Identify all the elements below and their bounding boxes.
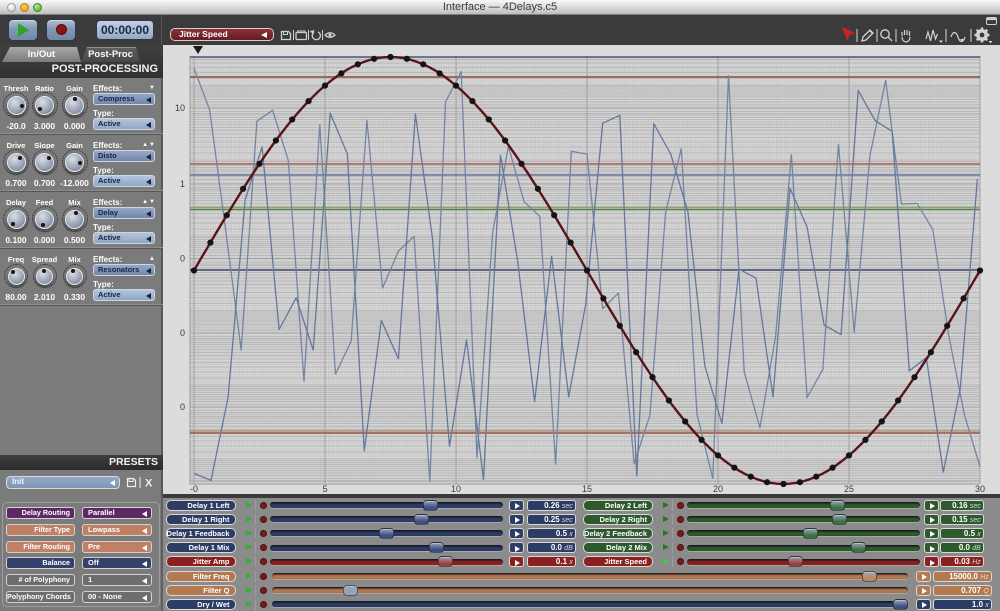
svg-text:0: 0 <box>180 328 185 338</box>
svg-text:1: 1 <box>180 179 185 189</box>
svg-text:X: X <box>145 478 153 489</box>
svg-text:0: 0 <box>180 254 185 264</box>
svg-text:-0: -0 <box>190 484 198 494</box>
svg-text:10: 10 <box>175 103 185 113</box>
svg-text:0: 0 <box>180 402 185 412</box>
svg-text:10: 10 <box>451 484 461 494</box>
svg-text:30: 30 <box>975 484 985 494</box>
svg-text:25: 25 <box>844 484 854 494</box>
svg-text:20: 20 <box>713 484 723 494</box>
svg-text:15: 15 <box>582 484 592 494</box>
svg-text:5: 5 <box>322 484 327 494</box>
